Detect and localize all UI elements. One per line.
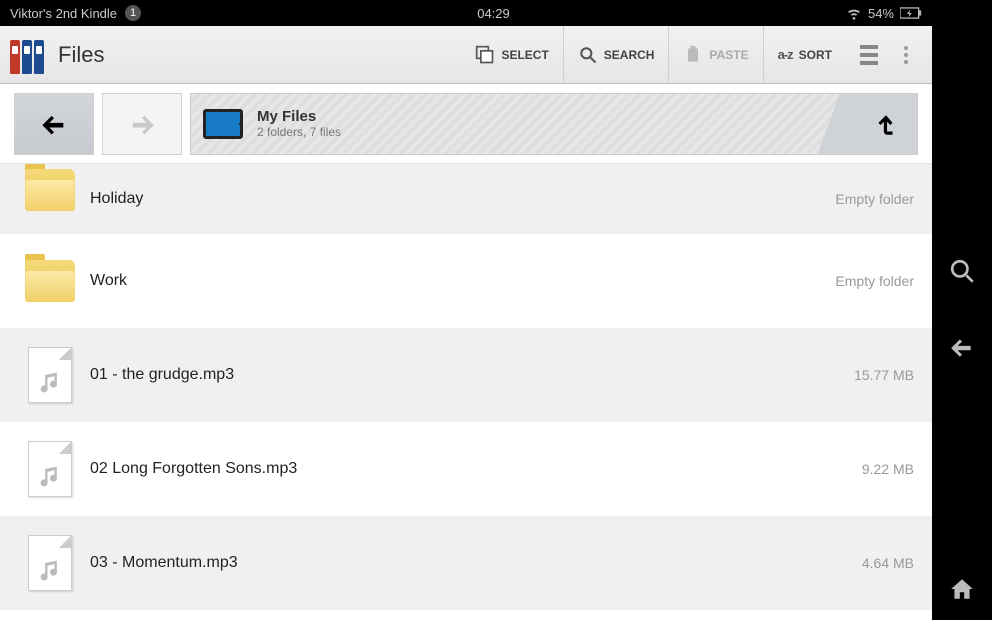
sort-icon: a-z [778, 47, 793, 62]
sort-label: SORT [799, 48, 832, 62]
item-meta: Empty folder [835, 273, 914, 289]
list-item[interactable]: 02 Long Forgotten Sons.mp3 9.22 MB [0, 422, 932, 516]
arrow-left-icon [40, 110, 68, 138]
battery-percent: 54% [868, 6, 894, 21]
back-icon[interactable] [949, 334, 975, 360]
view-toggle-button[interactable] [854, 45, 884, 65]
select-button[interactable]: SELECT [461, 26, 562, 84]
audio-file-icon [28, 441, 72, 497]
breadcrumb-title: My Files [257, 108, 341, 125]
search-icon [578, 45, 598, 65]
wifi-icon [846, 5, 862, 21]
navigation-row: My Files 2 folders, 7 files [0, 84, 932, 164]
search-icon[interactable] [949, 258, 975, 284]
search-button[interactable]: SEARCH [563, 26, 669, 84]
item-name: 01 - the grudge.mp3 [90, 366, 854, 384]
item-meta: 9.22 MB [862, 461, 914, 477]
folder-icon [25, 260, 75, 302]
notification-badge: 1 [125, 5, 141, 21]
device-icon [203, 109, 243, 139]
select-label: SELECT [501, 48, 548, 62]
list-item[interactable]: 03 - Momentum.mp3 4.64 MB [0, 516, 932, 610]
audio-file-icon [28, 347, 72, 403]
item-meta: Empty folder [835, 191, 914, 207]
item-name: 02 Long Forgotten Sons.mp3 [90, 460, 862, 478]
nav-forward-button [102, 93, 182, 155]
list-item[interactable]: Work Empty folder [0, 234, 932, 328]
status-bar: Viktor's 2nd Kindle 1 04:29 54% [0, 0, 932, 26]
paste-button: PASTE [668, 26, 762, 84]
status-time: 04:29 [141, 6, 846, 21]
item-name: 03 - Momentum.mp3 [90, 554, 862, 572]
system-sidebar [932, 0, 992, 620]
audio-file-icon [28, 535, 72, 591]
breadcrumb-subtitle: 2 folders, 7 files [257, 125, 341, 139]
item-name: Work [90, 272, 835, 290]
item-name: Holiday [90, 190, 835, 208]
item-meta: 15.77 MB [854, 367, 914, 383]
item-meta: 4.64 MB [862, 555, 914, 571]
app-title: Files [58, 42, 461, 68]
select-icon [475, 45, 495, 65]
app-icon [10, 36, 48, 74]
list-item[interactable]: Holiday Empty folder [0, 164, 932, 234]
breadcrumb[interactable]: My Files 2 folders, 7 files [190, 93, 918, 155]
folder-icon [25, 169, 75, 211]
list-item[interactable]: 01 - the grudge.mp3 15.77 MB [0, 328, 932, 422]
search-label: SEARCH [604, 48, 655, 62]
file-list: Holiday Empty folder Work Empty folder 0… [0, 164, 932, 620]
overflow-menu-button[interactable] [890, 46, 922, 64]
paste-label: PASTE [709, 48, 748, 62]
paste-icon [683, 45, 703, 65]
app-toolbar: Files SELECT SEARCH PASTE a-z SORT [0, 26, 932, 84]
arrow-right-icon [128, 110, 156, 138]
sort-button[interactable]: a-z SORT [763, 26, 846, 84]
nav-back-button[interactable] [14, 93, 94, 155]
home-icon[interactable] [949, 576, 975, 602]
nav-up-button[interactable] [855, 94, 917, 155]
arrow-up-icon [873, 112, 899, 138]
battery-charging-icon [900, 6, 922, 20]
device-name: Viktor's 2nd Kindle [10, 6, 117, 21]
